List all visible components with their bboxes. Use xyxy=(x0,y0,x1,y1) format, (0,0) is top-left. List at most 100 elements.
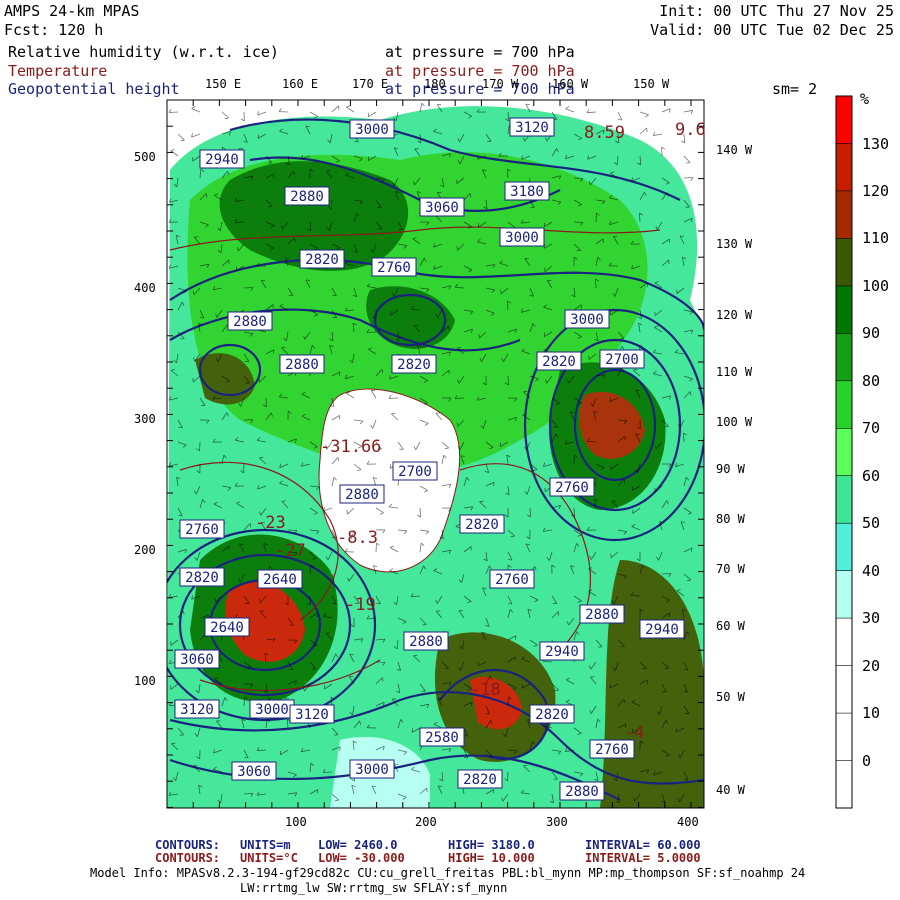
wind-barb xyxy=(683,177,694,179)
wind-barb-feather xyxy=(413,324,418,326)
wind-barb-feather xyxy=(635,433,640,435)
height-contour-label: 2640 xyxy=(204,617,250,637)
footer-temp-high: HIGH= 10.000 xyxy=(448,851,535,865)
wind-barb-feather xyxy=(178,515,183,517)
height-contour-label: 2820 xyxy=(179,567,225,587)
temperature-label: 9.6 xyxy=(675,120,706,140)
height-contour-label: 3000 xyxy=(564,309,610,329)
y-tick-label: 200 xyxy=(134,543,156,557)
colorbar-segment xyxy=(836,523,852,572)
top-lon-label: 170 W xyxy=(482,77,519,91)
wind-barb-feather xyxy=(525,103,530,105)
colorbar-tick-label: 130 xyxy=(862,134,890,153)
footer-temp-low: LOW= -30.000 xyxy=(318,851,405,865)
svg-text:2880: 2880 xyxy=(585,607,619,623)
colorbar-segment xyxy=(836,190,852,239)
svg-text:3060: 3060 xyxy=(425,200,459,216)
height-contour-label: 2820 xyxy=(299,249,345,269)
wind-barb-feather xyxy=(244,757,249,759)
svg-text:2820: 2820 xyxy=(463,772,497,788)
footer-height-prefix: CONTOURS: xyxy=(155,838,221,852)
svg-text:2700: 2700 xyxy=(398,464,432,480)
svg-text:2700: 2700 xyxy=(605,352,639,368)
right-lon-label: 130 W xyxy=(716,237,753,251)
wind-barb-feather xyxy=(389,464,391,469)
footer-height-interval: INTERVAL= 60.000 xyxy=(585,838,701,852)
height-contour-label: 2880 xyxy=(227,311,273,331)
height-contour-label: 2940 xyxy=(639,619,685,639)
height-contour-label: 3000 xyxy=(499,227,545,247)
wind-barb-feather xyxy=(258,378,260,383)
colorbar-tick-label: 40 xyxy=(862,561,881,580)
height-contour-label: 2760 xyxy=(549,477,595,497)
footer-temp-units: UNITS=°C xyxy=(240,851,298,865)
right-lon-label: 110 W xyxy=(716,365,753,379)
wind-barb-feather xyxy=(515,635,517,640)
svg-text:2820: 2820 xyxy=(465,517,499,533)
height-contour-label: 2640 xyxy=(257,569,303,589)
x-tick-label: 300 xyxy=(546,815,568,829)
wind-barb-feather xyxy=(675,728,677,733)
wind-barb xyxy=(661,573,672,575)
height-contour-label: 2820 xyxy=(536,351,582,371)
x-tick-label: 200 xyxy=(415,815,437,829)
wind-barb-feather xyxy=(635,389,640,391)
temperature-label: 8.59 xyxy=(584,123,625,143)
height-contour-label: 2700 xyxy=(392,461,438,481)
colorbar-segment xyxy=(836,713,852,762)
svg-text:2760: 2760 xyxy=(185,522,219,538)
height-contour-label: 2880 xyxy=(284,186,330,206)
temperature-label: -19 xyxy=(345,595,376,615)
colorbar-segment xyxy=(836,618,852,667)
colorbar-segment xyxy=(836,285,852,334)
colorbar-segment xyxy=(836,475,852,524)
colorbar-segment xyxy=(836,380,852,429)
height-contour-label: 2880 xyxy=(579,604,625,624)
colorbar-tick-label: 60 xyxy=(862,466,881,485)
height-contour-label: 2580 xyxy=(419,727,465,747)
wind-barb-feather xyxy=(521,684,523,689)
height-contour-label: 3060 xyxy=(174,649,220,669)
right-lon-label: 120 W xyxy=(716,308,753,322)
wind-barb xyxy=(529,507,531,518)
height-contour-label: 3000 xyxy=(249,699,295,719)
right-lon-label: 50 W xyxy=(716,690,745,704)
temperature-label: -31.66 xyxy=(320,437,381,457)
wind-barb xyxy=(573,221,584,223)
wind-barb-feather xyxy=(478,334,480,339)
y-tick-label: 500 xyxy=(134,150,156,164)
svg-text:2760: 2760 xyxy=(595,742,629,758)
svg-text:2940: 2940 xyxy=(205,152,239,168)
footer-temp-prefix: CONTOURS: xyxy=(155,851,221,865)
svg-text:3000: 3000 xyxy=(355,122,389,138)
wind-barb-feather xyxy=(338,105,340,110)
wind-barb-feather xyxy=(281,500,286,502)
wind-barb xyxy=(388,397,399,399)
svg-text:2940: 2940 xyxy=(545,644,579,660)
y-tick-label: 300 xyxy=(134,412,156,426)
height-contour-label: 2760 xyxy=(489,569,535,589)
y-tick-label: 400 xyxy=(134,281,156,295)
colorbar-tick-label: 30 xyxy=(862,609,881,628)
temperature-label: -27 xyxy=(275,541,306,561)
top-lon-label: 170 E xyxy=(352,77,389,91)
height-contour-label: 3000 xyxy=(349,119,395,139)
colorbar-segment xyxy=(836,760,852,809)
height-contour-label: 2820 xyxy=(391,354,437,374)
top-lon-label: 150 W xyxy=(633,77,670,91)
svg-text:3000: 3000 xyxy=(570,312,604,328)
colorbar-segment xyxy=(836,665,852,714)
x-tick-label: 400 xyxy=(677,815,699,829)
colorbar-segment xyxy=(836,333,852,382)
colorbar-tick-label: 110 xyxy=(862,229,890,248)
height-contour-label: 2700 xyxy=(599,349,645,369)
y-tick-label: 100 xyxy=(134,674,156,688)
colorbar-tick-label: 100 xyxy=(862,276,890,295)
svg-text:3060: 3060 xyxy=(180,652,214,668)
temperature-label: -8.3 xyxy=(337,528,378,548)
svg-text:2760: 2760 xyxy=(555,480,589,496)
right-lon-label: 140 W xyxy=(716,143,753,157)
colorbar-segment xyxy=(836,570,852,619)
wind-barb-feather xyxy=(354,141,359,143)
height-contour-label: 3120 xyxy=(509,117,555,137)
